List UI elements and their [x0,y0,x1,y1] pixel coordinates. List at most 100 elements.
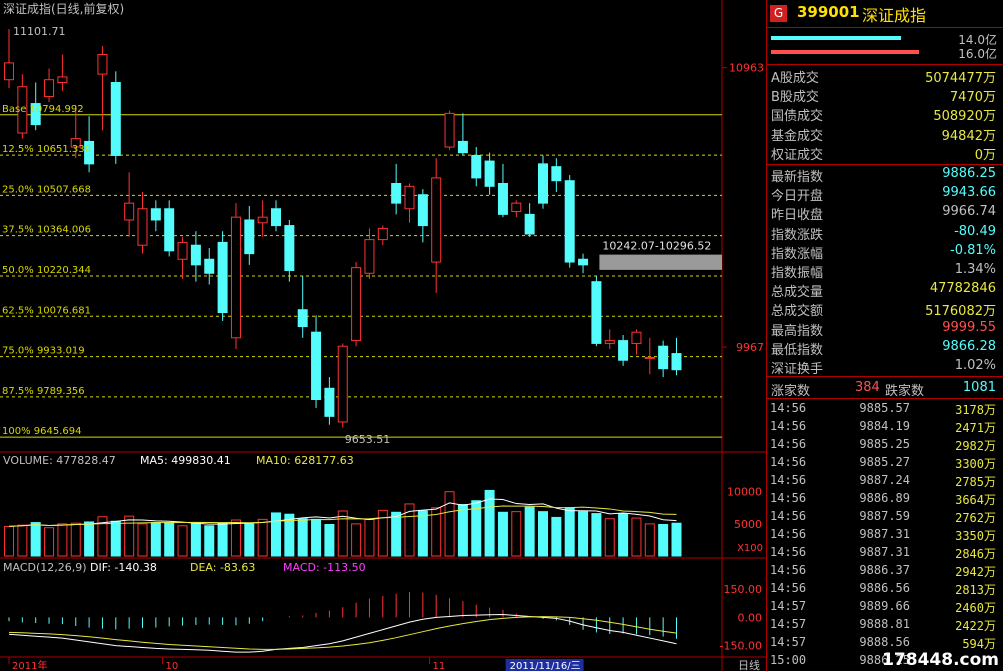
volume-bar[interactable] [4,525,14,557]
candle-body[interactable] [137,208,148,246]
volume-bar[interactable] [217,522,228,557]
volume-bar[interactable] [84,521,95,557]
kline-chart[interactable]: 深证成指(日线,前复权) Base 10794.992 12.5% 10651.33… [0,0,766,671]
tick-row[interactable]: 14:56 9886.37 2942万 [767,562,1002,580]
candle-body[interactable] [364,239,375,274]
candle-body[interactable] [417,194,428,227]
candle-body[interactable] [431,177,442,263]
volume-bar[interactable] [391,511,402,557]
candle-body[interactable] [618,340,629,361]
volume-bar[interactable] [70,522,81,557]
volume-bar[interactable] [57,523,68,557]
candle-body[interactable] [511,202,522,213]
tick-row[interactable]: 14:56 9885.57 3178万 [767,400,1002,418]
volume-bar[interactable] [604,518,615,557]
volume-bar[interactable] [511,511,522,557]
candle-body[interactable] [44,79,55,98]
volume-bar[interactable] [204,525,215,557]
volume-bar[interactable] [244,523,255,557]
volume-bar[interactable] [631,517,642,557]
volume-bar[interactable] [271,512,281,557]
tick-row[interactable]: 14:57 9888.81 2422万 [767,616,1002,634]
volume-bar[interactable] [578,511,589,557]
volume-bar[interactable] [44,527,55,557]
candle-body[interactable] [124,202,135,221]
candle-body[interactable] [631,331,642,344]
tick-row[interactable]: 14:56 9887.24 2785万 [767,472,1002,490]
volume-bar[interactable] [230,519,241,557]
candle-body[interactable] [391,183,402,204]
candle-body[interactable] [604,340,615,344]
candle-body[interactable] [230,216,241,339]
volume-bar[interactable] [337,510,348,557]
candle-body[interactable] [578,258,589,266]
candle-body[interactable] [244,219,255,255]
candle-body[interactable] [404,185,415,210]
volume-bar[interactable] [364,518,375,557]
tick-row[interactable]: 14:56 9886.89 3664万 [767,490,1002,508]
candle-body[interactable] [297,309,308,328]
tick-row[interactable]: 14:56 9885.27 3300万 [767,454,1002,472]
tick-row[interactable]: 14:56 9885.25 2982万 [767,436,1002,454]
candle-body[interactable] [164,208,175,252]
candle-body[interactable] [110,82,121,156]
candle-body[interactable] [551,166,562,182]
volume-bar[interactable] [324,524,335,557]
candle-body[interactable] [311,331,322,401]
volume-bar[interactable] [17,524,28,557]
volume-bar[interactable] [644,523,655,557]
tick-row[interactable]: 14:56 9887.31 3350万 [767,526,1002,544]
volume-bar[interactable] [311,518,322,557]
volume-bar[interactable] [444,491,455,557]
volume-bar[interactable] [658,524,669,557]
volume-bar[interactable] [457,504,468,557]
volume-bar[interactable] [618,513,629,557]
volume-bar[interactable] [417,510,428,557]
candle-body[interactable] [444,112,455,148]
candle-body[interactable] [457,140,468,154]
tick-row[interactable]: 14:57 9889.66 2460万 [767,598,1002,616]
candle-body[interactable] [97,53,108,75]
volume-bar[interactable] [551,516,562,557]
volume-bar[interactable] [524,506,535,557]
candle-body[interactable] [497,183,508,215]
candle-body[interactable] [377,227,388,241]
candle-body[interactable] [190,244,201,266]
volume-bar[interactable] [30,522,41,557]
candle-body[interactable] [217,241,228,314]
candle-body[interactable] [284,225,295,271]
candle-body[interactable] [4,62,14,81]
volume-bar[interactable] [497,511,508,557]
candle-body[interactable] [591,281,602,344]
tick-row[interactable]: 14:56 9887.59 2762万 [767,508,1002,526]
candle-body[interactable] [658,345,669,370]
volume-bar[interactable] [164,522,175,557]
candle-body[interactable] [337,345,348,423]
candle-body[interactable] [471,154,482,179]
volume-bar[interactable] [538,511,548,557]
candle-body[interactable] [644,356,655,359]
volume-bar[interactable] [124,515,135,557]
candle-body[interactable] [538,163,548,204]
candle-body[interactable] [177,241,188,260]
candle-body[interactable] [324,387,335,417]
g-badge[interactable]: G [770,5,787,22]
volume-bar[interactable] [257,518,268,557]
volume-bar[interactable] [137,523,148,557]
candle-body[interactable] [671,353,682,371]
volume-bar[interactable] [564,507,575,557]
volume-bar[interactable] [110,520,121,557]
tick-row[interactable]: 14:56 9886.56 2813万 [767,580,1002,598]
candle-body[interactable] [257,216,268,224]
candle-body[interactable] [150,208,161,221]
tick-row[interactable]: 14:56 9887.31 2846万 [767,544,1002,562]
candle-body[interactable] [484,160,495,187]
candle-body[interactable] [204,258,215,274]
candle-body[interactable] [351,267,362,342]
volume-bar[interactable] [351,523,362,557]
volume-bar[interactable] [150,522,161,557]
tick-row[interactable]: 14:56 9884.19 2471万 [767,418,1002,436]
candle-body[interactable] [564,180,575,263]
volume-bar[interactable] [671,522,682,557]
volume-bar[interactable] [591,513,602,557]
